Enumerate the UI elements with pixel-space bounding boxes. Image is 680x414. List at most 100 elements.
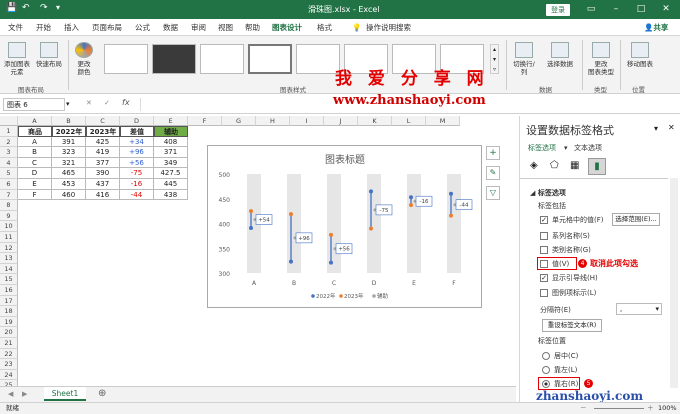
chart-filter-icon[interactable]: ▽: [486, 186, 500, 200]
zoom-in-icon[interactable]: ＋: [647, 403, 654, 414]
login-button[interactable]: 登录: [546, 4, 570, 16]
row-header-16[interactable]: 16: [0, 285, 18, 296]
row-header-13[interactable]: 13: [0, 253, 18, 264]
chart-styles-brush-icon[interactable]: ✎: [486, 166, 500, 180]
zoom-slider[interactable]: [594, 408, 644, 409]
row-header-9[interactable]: 9: [0, 210, 18, 222]
zoom-level[interactable]: 100%: [658, 403, 677, 414]
column-header-J[interactable]: J: [324, 116, 358, 126]
add-chart-element-button[interactable]: 添加图表 元素: [4, 42, 30, 76]
table-cell[interactable]: 438: [154, 189, 188, 201]
label-options-dropdown-icon[interactable]: ▾: [564, 143, 568, 153]
table-cell[interactable]: E: [18, 179, 52, 190]
point-2023-E[interactable]: [409, 203, 413, 208]
row-header-15[interactable]: 15: [0, 274, 18, 285]
point-2022-B[interactable]: [289, 259, 293, 264]
checkbox-legend-key[interactable]: [540, 289, 548, 297]
pane-scrollbar[interactable]: [670, 178, 678, 388]
row-header-18[interactable]: 18: [0, 306, 18, 317]
chart[interactable]: 图表标题 500 450 400 350 300 A B C D E F +54 +96 +56 -75 -1…: [207, 145, 482, 308]
table-header-cell[interactable]: 2023年: [86, 126, 120, 137]
table-cell[interactable]: 391: [52, 136, 86, 148]
table-cell[interactable]: 465: [52, 168, 86, 179]
data-label-A[interactable]: +54: [258, 218, 270, 224]
chart-style-1[interactable]: [104, 44, 148, 74]
save-icon[interactable]: 💾: [6, 3, 17, 13]
table-cell[interactable]: 349: [154, 157, 188, 169]
data-label-C[interactable]: +56: [338, 247, 350, 253]
point-2023-F[interactable]: [449, 213, 453, 218]
styles-scroll[interactable]: ▴ ▾ ▿: [490, 44, 499, 74]
sheet-tab-sheet1[interactable]: Sheet1: [44, 387, 86, 401]
point-2022-F[interactable]: [449, 191, 453, 196]
change-colors-button[interactable]: 更改 颜色: [72, 42, 96, 76]
tab-view[interactable]: 视图: [218, 19, 233, 36]
select-range-button[interactable]: 选择范围(E)...: [612, 213, 660, 226]
enter-icon[interactable]: ✓: [104, 99, 110, 107]
table-cell[interactable]: +96: [120, 147, 154, 158]
redo-icon[interactable]: ↷: [40, 3, 48, 13]
table-cell[interactable]: B: [18, 147, 52, 158]
pane-options-icon[interactable]: ▾: [654, 124, 658, 133]
tab-file[interactable]: 文件: [8, 19, 23, 36]
table-header-cell[interactable]: 2022年: [52, 126, 86, 137]
tab-home[interactable]: 开始: [36, 19, 51, 36]
tab-formulas[interactable]: 公式: [135, 19, 150, 36]
row-header-8[interactable]: 8: [0, 200, 18, 211]
point-2022-A[interactable]: [249, 225, 253, 230]
row-header-21[interactable]: 21: [0, 338, 18, 349]
point-2023-C[interactable]: [329, 232, 333, 237]
chart-style-5[interactable]: [296, 44, 340, 74]
tell-me-search[interactable]: 操作说明搜索: [366, 19, 411, 36]
zoom-out-icon[interactable]: －: [580, 403, 587, 414]
table-cell[interactable]: D: [18, 168, 52, 179]
table-cell[interactable]: +34: [120, 136, 154, 148]
row-header-17[interactable]: 17: [0, 295, 18, 307]
table-cell[interactable]: F: [18, 189, 52, 201]
table-cell[interactable]: 425: [86, 136, 120, 148]
column-header-L[interactable]: L: [392, 116, 426, 126]
table-cell[interactable]: 408: [154, 136, 188, 148]
column-header-I[interactable]: I: [290, 116, 324, 126]
row-header-6[interactable]: 6: [0, 179, 18, 190]
name-box[interactable]: 图表 6: [3, 98, 65, 111]
row-header-7[interactable]: 7: [0, 189, 18, 201]
tab-review[interactable]: 审阅: [191, 19, 206, 36]
point-2023-B[interactable]: [289, 212, 293, 217]
checkbox-value[interactable]: [540, 260, 548, 268]
table-header-cell[interactable]: 商品: [18, 126, 52, 137]
point-2022-C[interactable]: [329, 260, 333, 265]
chart-style-4[interactable]: [248, 44, 292, 74]
tab-page-layout[interactable]: 页面布局: [92, 19, 122, 36]
checkbox-category-name[interactable]: [540, 246, 548, 254]
fx-icon[interactable]: fx: [122, 98, 130, 107]
data-label-B[interactable]: +96: [298, 236, 310, 242]
row-header-11[interactable]: 11: [0, 232, 18, 243]
row-header-20[interactable]: 20: [0, 327, 18, 338]
checkbox-cell-value[interactable]: ✓: [540, 216, 548, 224]
reset-label-text-button[interactable]: 重设标签文本(R): [542, 319, 602, 332]
column-header-D[interactable]: D: [120, 116, 154, 126]
column-header-B[interactable]: B: [52, 116, 86, 126]
share-button[interactable]: 👤共享: [644, 19, 668, 36]
row-header-24[interactable]: 24: [0, 369, 18, 381]
tab-text-options[interactable]: 文本选项: [574, 143, 602, 153]
maximize-icon[interactable]: □: [628, 0, 654, 19]
point-2022-E[interactable]: [409, 195, 413, 200]
chart-elements-plus-icon[interactable]: +: [486, 146, 500, 160]
table-header-cell[interactable]: 差值: [120, 126, 154, 137]
add-sheet-icon[interactable]: ⊕: [98, 388, 106, 399]
tab-help[interactable]: 帮助: [245, 19, 260, 36]
change-chart-type-button[interactable]: 更改 图表类型: [586, 42, 616, 76]
select-data-button[interactable]: 选择数据: [544, 42, 576, 68]
table-cell[interactable]: 377: [86, 157, 120, 169]
sheet-next-icon[interactable]: ▶: [22, 390, 27, 398]
row-header-2[interactable]: 2: [0, 136, 18, 148]
table-cell[interactable]: 390: [86, 168, 120, 179]
section-label-options[interactable]: ◢ 标签选项: [530, 188, 566, 198]
cancel-icon[interactable]: ✕: [86, 99, 92, 107]
table-cell[interactable]: C: [18, 157, 52, 169]
column-header-G[interactable]: G: [222, 116, 256, 126]
table-cell[interactable]: -16: [120, 179, 154, 190]
chart-style-3[interactable]: [200, 44, 244, 74]
